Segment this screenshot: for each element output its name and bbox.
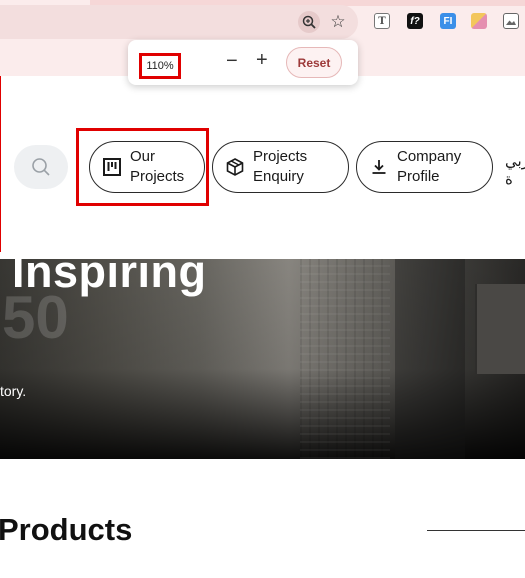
company-profile-button[interactable]: Company Profile — [356, 141, 493, 193]
extension-t-icon[interactable]: T — [374, 13, 390, 29]
cube-icon — [226, 158, 244, 176]
search-button[interactable] — [14, 145, 68, 189]
hero-subtitle: tory. — [0, 383, 27, 399]
label-line1: Projects — [253, 148, 308, 165]
projects-enquiry-label: Projects Enquiry — [253, 147, 307, 187]
language-line1: عربي — [505, 152, 525, 170]
hero-image-texture — [300, 259, 390, 459]
zoom-reset-button[interactable]: Reset — [286, 47, 342, 78]
company-profile-label: Company Profile — [397, 147, 461, 187]
hero-title: Inspiring — [12, 259, 207, 297]
zoom-popup: 110% − + Reset — [128, 40, 358, 85]
language-line2: ة — [505, 170, 513, 188]
zoom-out-button[interactable]: − — [226, 50, 238, 73]
extension-pen-icon[interactable] — [471, 13, 487, 29]
label-line2: Enquiry — [253, 168, 304, 185]
hero-banner: 50 Inspiring tory. — [0, 259, 525, 459]
zoom-in-button[interactable]: + — [256, 49, 268, 72]
language-switch-link[interactable]: عربي ة — [505, 152, 525, 188]
highlight-annotation-our-projects — [76, 128, 209, 206]
label-line1: Company — [397, 148, 462, 165]
extension-fi-icon[interactable]: FI — [440, 13, 456, 29]
hero-image-panel — [395, 259, 465, 459]
hero-image-panel — [475, 284, 525, 374]
label-line2: Profile — [397, 168, 440, 185]
products-heading: Products — [0, 512, 133, 547]
highlight-annotation-left — [0, 76, 1, 252]
image-icon[interactable] — [503, 13, 519, 29]
extension-f-icon[interactable]: f? — [407, 13, 423, 29]
zoom-level-value: 110% — [139, 53, 181, 79]
projects-enquiry-button[interactable]: Projects Enquiry — [212, 141, 349, 193]
screen: ☆ T f? FI Our Projects Projects Enquiry … — [0, 0, 525, 578]
section-divider — [427, 530, 525, 531]
zoom-icon[interactable] — [298, 11, 320, 33]
bookmark-star-icon[interactable]: ☆ — [328, 12, 348, 32]
search-icon — [32, 158, 50, 176]
download-icon — [372, 160, 386, 174]
